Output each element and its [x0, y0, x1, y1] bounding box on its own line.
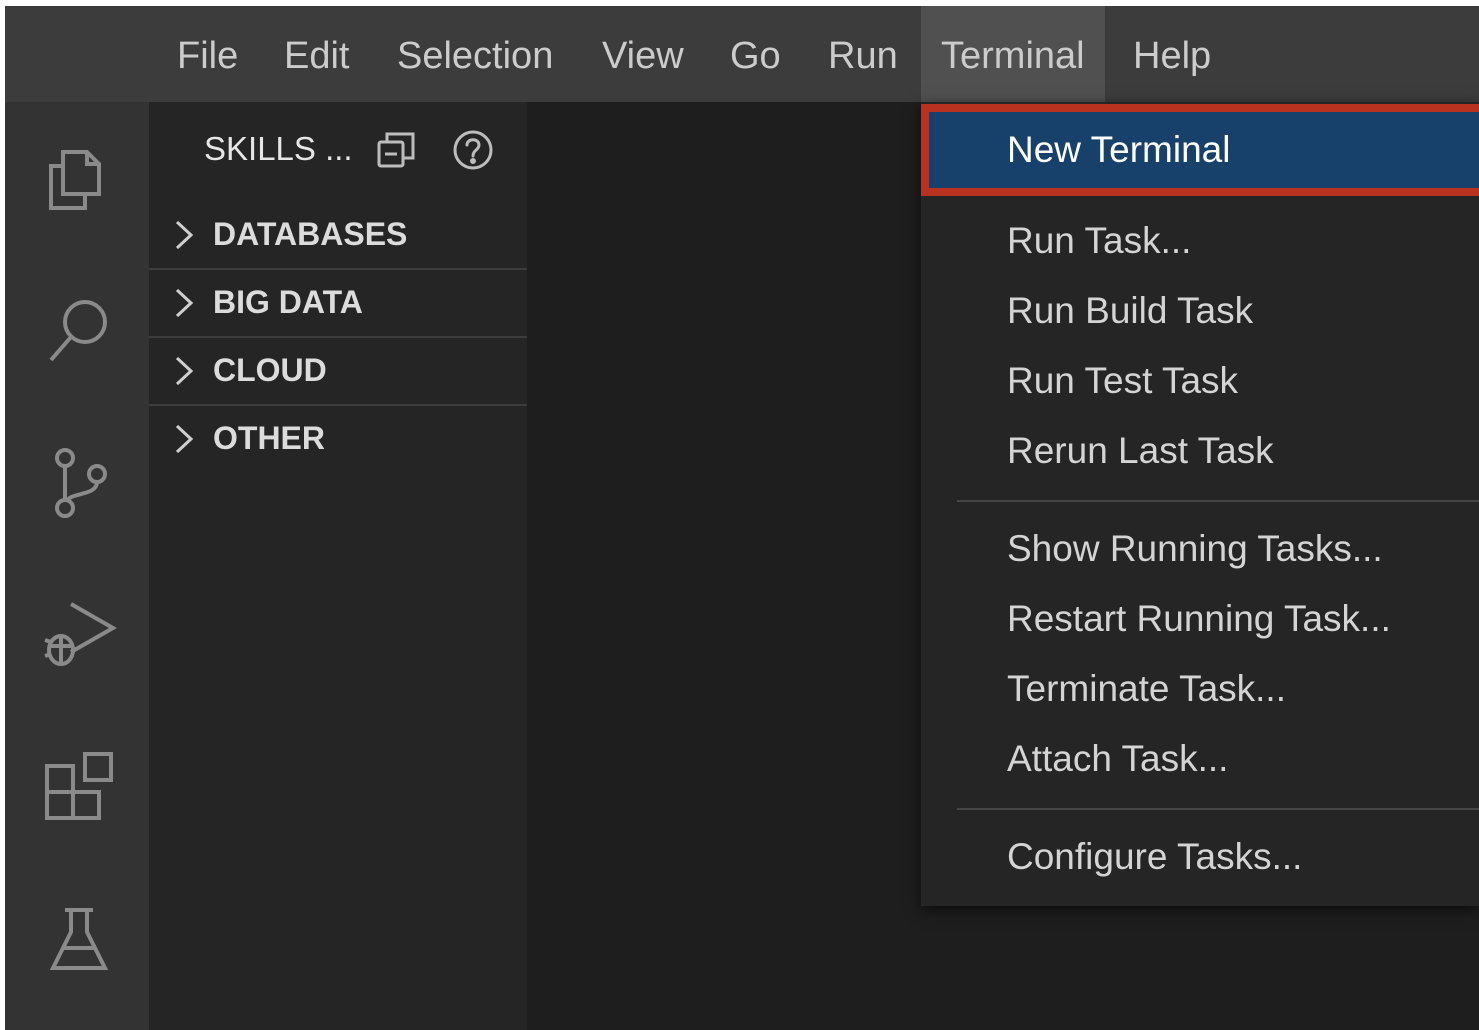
testing-icon[interactable]	[41, 902, 117, 978]
chevron-right-icon	[173, 422, 195, 456]
menu-terminal[interactable]: Terminal	[921, 6, 1105, 102]
explorer-sidebar: SKILLS ... DATABASES BIG DATA CLOUD OTHE…	[149, 102, 527, 1030]
menu-item-terminate-task[interactable]: Terminate Task...	[921, 654, 1479, 724]
menu-edit[interactable]: Edit	[284, 6, 349, 102]
menu-item-attach-task[interactable]: Attach Task...	[921, 724, 1479, 794]
menu-item-rerun-last-task[interactable]: Rerun Last Task	[921, 416, 1479, 486]
menu-separator	[957, 808, 1479, 810]
menu-item-run-task[interactable]: Run Task...	[921, 206, 1479, 276]
menu-item-run-build-task[interactable]: Run Build Task	[921, 276, 1479, 346]
help-icon[interactable]	[451, 128, 495, 172]
menu-run[interactable]: Run	[828, 6, 898, 102]
menu-item-configure-tasks[interactable]: Configure Tasks...	[921, 822, 1479, 892]
menu-item-show-running-tasks[interactable]: Show Running Tasks...	[921, 514, 1479, 584]
section-label: BIG DATA	[213, 284, 363, 320]
extensions-icon[interactable]	[41, 748, 117, 824]
explorer-icon[interactable]	[41, 138, 117, 214]
source-control-icon[interactable]	[41, 444, 117, 520]
menu-selection[interactable]: Selection	[397, 6, 553, 102]
chevron-right-icon	[173, 286, 195, 320]
chevron-right-icon	[173, 218, 195, 252]
menu-item-restart-running-task[interactable]: Restart Running Task...	[921, 584, 1479, 654]
app-window: File Edit Selection View Go Run Terminal…	[5, 6, 1479, 1030]
terminal-menu-dropdown: New Terminal Run Task... Run Build Task …	[921, 102, 1479, 906]
section-cloud[interactable]: CLOUD	[149, 338, 527, 406]
section-label: OTHER	[213, 420, 325, 456]
activity-bar	[5, 102, 149, 1030]
search-icon[interactable]	[41, 292, 117, 368]
section-label: DATABASES	[213, 216, 408, 252]
menu-item-run-test-task[interactable]: Run Test Task	[921, 346, 1479, 416]
collapse-all-icon[interactable]	[375, 128, 419, 172]
section-other[interactable]: OTHER	[149, 406, 527, 472]
section-big-data[interactable]: BIG DATA	[149, 270, 527, 338]
sidebar-title: SKILLS ...	[204, 130, 353, 167]
run-debug-icon[interactable]	[41, 596, 118, 672]
menu-view[interactable]: View	[602, 6, 684, 102]
section-databases[interactable]: DATABASES	[149, 202, 527, 270]
menu-item-new-terminal[interactable]: New Terminal	[921, 104, 1479, 196]
menu-separator	[957, 500, 1479, 502]
chevron-right-icon	[173, 354, 195, 388]
menu-go[interactable]: Go	[730, 6, 781, 102]
section-label: CLOUD	[213, 352, 327, 388]
menu-bar: File Edit Selection View Go Run Terminal…	[5, 6, 1479, 102]
menu-help[interactable]: Help	[1133, 6, 1211, 102]
menu-file[interactable]: File	[177, 6, 238, 102]
